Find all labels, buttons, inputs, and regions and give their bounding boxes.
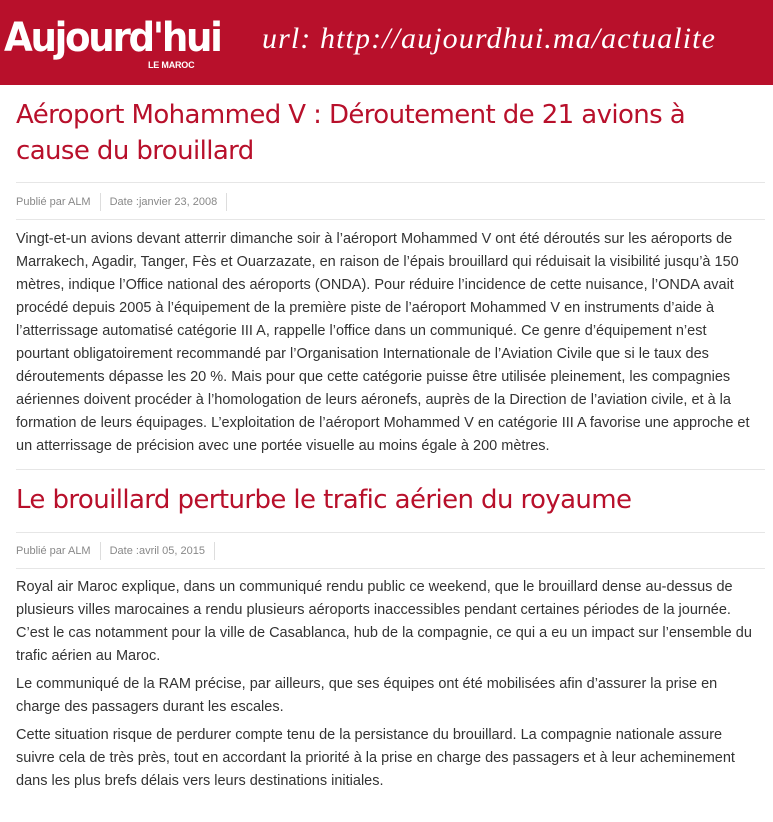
article-2: Le brouillard perturbe le trafic aérien … (16, 481, 765, 811)
article-date: Date :avril 05, 2015 (110, 542, 215, 560)
site-logo[interactable]: Aujourd'hui LE MAROC (4, 12, 234, 74)
article-meta: Publié par ALM Date :avril 05, 2015 (16, 542, 224, 560)
logo-text: Aujourd'hui (4, 15, 223, 61)
article-date: Date :janvier 23, 2008 (110, 193, 228, 211)
paragraph: Cette situation risque de perdurer compt… (16, 727, 735, 789)
article-title[interactable]: Aéroport Mohammed V : Déroutement de 21 … (16, 97, 765, 169)
article-author[interactable]: Publié par ALM (16, 542, 101, 560)
article-title[interactable]: Le brouillard perturbe le trafic aérien … (16, 482, 765, 518)
site-header: Aujourd'hui LE MAROC url: http://aujourd… (0, 0, 773, 85)
paragraph: Royal air Maroc explique, dans un commun… (16, 579, 752, 664)
article-meta: Publié par ALM Date :janvier 23, 2008 (16, 193, 236, 211)
article-1: Aéroport Mohammed V : Déroutement de 21 … (16, 96, 765, 462)
paragraph: Vingt-et-un avions devant atterrir diman… (16, 231, 750, 454)
divider (16, 532, 765, 533)
divider (16, 219, 765, 220)
article-separator (16, 469, 765, 470)
article-body: Royal air Maroc explique, dans un commun… (16, 576, 760, 798)
article-body: Vingt-et-un avions devant atterrir diman… (16, 228, 760, 463)
divider (16, 568, 765, 569)
divider (16, 182, 765, 183)
logo-subtext: LE MAROC (148, 60, 195, 70)
paragraph: Le communiqué de la RAM précise, par ail… (16, 676, 718, 715)
url-label: url: http://aujourdhui.ma/actualite (262, 22, 717, 55)
article-author[interactable]: Publié par ALM (16, 193, 101, 211)
